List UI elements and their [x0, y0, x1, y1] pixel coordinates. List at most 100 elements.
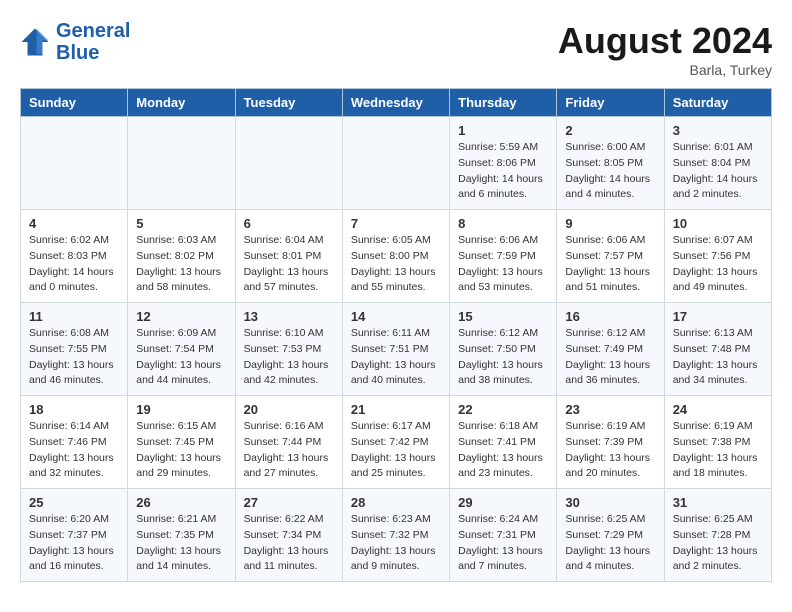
calendar-cell	[128, 117, 235, 210]
day-info: Sunrise: 6:14 AM Sunset: 7:46 PM Dayligh…	[29, 419, 119, 482]
day-number: 16	[565, 309, 655, 324]
day-number: 29	[458, 495, 548, 510]
calendar-cell: 24 Sunrise: 6:19 AM Sunset: 7:38 PM Dayli…	[664, 396, 771, 489]
day-number: 12	[136, 309, 226, 324]
calendar-cell	[342, 117, 449, 210]
day-info: Sunrise: 6:12 AM Sunset: 7:50 PM Dayligh…	[458, 326, 548, 389]
week-row-2: 4 Sunrise: 6:02 AM Sunset: 8:03 PM Daylig…	[21, 210, 772, 303]
day-number: 23	[565, 402, 655, 417]
day-info: Sunrise: 6:20 AM Sunset: 7:37 PM Dayligh…	[29, 512, 119, 575]
day-info: Sunrise: 6:21 AM Sunset: 7:35 PM Dayligh…	[136, 512, 226, 575]
day-info: Sunrise: 6:19 AM Sunset: 7:39 PM Dayligh…	[565, 419, 655, 482]
day-info: Sunrise: 6:13 AM Sunset: 7:48 PM Dayligh…	[673, 326, 763, 389]
day-number: 30	[565, 495, 655, 510]
day-info: Sunrise: 6:17 AM Sunset: 7:42 PM Dayligh…	[351, 419, 441, 482]
calendar-cell: 16 Sunrise: 6:12 AM Sunset: 7:49 PM Dayli…	[557, 303, 664, 396]
day-number: 27	[244, 495, 334, 510]
day-number: 4	[29, 216, 119, 231]
calendar-cell: 28 Sunrise: 6:23 AM Sunset: 7:32 PM Dayli…	[342, 489, 449, 582]
logo-text: General Blue	[56, 20, 130, 64]
calendar-cell: 21 Sunrise: 6:17 AM Sunset: 7:42 PM Dayli…	[342, 396, 449, 489]
calendar-cell: 18 Sunrise: 6:14 AM Sunset: 7:46 PM Dayli…	[21, 396, 128, 489]
day-info: Sunrise: 6:09 AM Sunset: 7:54 PM Dayligh…	[136, 326, 226, 389]
calendar-cell: 9 Sunrise: 6:06 AM Sunset: 7:57 PM Daylig…	[557, 210, 664, 303]
calendar-cell: 26Sunrise: 6:21 AM Sunset: 7:35 PM Dayli…	[128, 489, 235, 582]
day-info: Sunrise: 6:02 AM Sunset: 8:03 PM Dayligh…	[29, 233, 119, 296]
header-friday: Friday	[557, 89, 664, 117]
day-info: Sunrise: 6:15 AM Sunset: 7:45 PM Dayligh…	[136, 419, 226, 482]
calendar-cell: 27 Sunrise: 6:22 AM Sunset: 7:34 PM Dayli…	[235, 489, 342, 582]
calendar-cell: 23 Sunrise: 6:19 AM Sunset: 7:39 PM Dayli…	[557, 396, 664, 489]
day-number: 9	[565, 216, 655, 231]
day-info: Sunrise: 6:25 AM Sunset: 7:28 PM Dayligh…	[673, 512, 763, 575]
calendar-cell: 8Sunrise: 6:06 AM Sunset: 7:59 PM Daylig…	[450, 210, 557, 303]
day-info: Sunrise: 6:05 AM Sunset: 8:00 PM Dayligh…	[351, 233, 441, 296]
day-number: 20	[244, 402, 334, 417]
calendar-cell: 6 Sunrise: 6:04 AM Sunset: 8:01 PM Daylig…	[235, 210, 342, 303]
day-info: Sunrise: 6:24 AM Sunset: 7:31 PM Dayligh…	[458, 512, 548, 575]
calendar-cell: 22 Sunrise: 6:18 AM Sunset: 7:41 PM Dayli…	[450, 396, 557, 489]
day-info: Sunrise: 6:04 AM Sunset: 8:01 PM Dayligh…	[244, 233, 334, 296]
day-info: Sunrise: 6:08 AM Sunset: 7:55 PM Dayligh…	[29, 326, 119, 389]
day-number: 31	[673, 495, 763, 510]
calendar-cell: 29 Sunrise: 6:24 AM Sunset: 7:31 PM Dayli…	[450, 489, 557, 582]
day-info: Sunrise: 6:11 AM Sunset: 7:51 PM Dayligh…	[351, 326, 441, 389]
logo-icon	[20, 27, 50, 57]
calendar-cell: 14 Sunrise: 6:11 AM Sunset: 7:51 PM Dayli…	[342, 303, 449, 396]
calendar-cell: 15Sunrise: 6:12 AM Sunset: 7:50 PM Dayli…	[450, 303, 557, 396]
header-saturday: Saturday	[664, 89, 771, 117]
day-number: 7	[351, 216, 441, 231]
calendar-cell	[235, 117, 342, 210]
day-number: 24	[673, 402, 763, 417]
day-info: Sunrise: 6:23 AM Sunset: 7:32 PM Dayligh…	[351, 512, 441, 575]
day-info: Sunrise: 6:00 AM Sunset: 8:05 PM Dayligh…	[565, 140, 655, 203]
day-number: 18	[29, 402, 119, 417]
calendar-cell: 10Sunrise: 6:07 AM Sunset: 7:56 PM Dayli…	[664, 210, 771, 303]
day-info: Sunrise: 6:18 AM Sunset: 7:41 PM Dayligh…	[458, 419, 548, 482]
day-number: 22	[458, 402, 548, 417]
location: Barla, Turkey	[558, 62, 772, 78]
header-sunday: Sunday	[21, 89, 128, 117]
calendar-cell: 31 Sunrise: 6:25 AM Sunset: 7:28 PM Dayli…	[664, 489, 771, 582]
day-number: 8	[458, 216, 548, 231]
calendar-cell: 2Sunrise: 6:00 AM Sunset: 8:05 PM Daylig…	[557, 117, 664, 210]
day-info: Sunrise: 6:12 AM Sunset: 7:49 PM Dayligh…	[565, 326, 655, 389]
calendar-cell: 7 Sunrise: 6:05 AM Sunset: 8:00 PM Daylig…	[342, 210, 449, 303]
day-number: 10	[673, 216, 763, 231]
calendar-cell: 19 Sunrise: 6:15 AM Sunset: 7:45 PM Dayli…	[128, 396, 235, 489]
day-number: 1	[458, 123, 548, 138]
day-number: 14	[351, 309, 441, 324]
header-thursday: Thursday	[450, 89, 557, 117]
day-info: Sunrise: 6:16 AM Sunset: 7:44 PM Dayligh…	[244, 419, 334, 482]
day-info: Sunrise: 5:59 AM Sunset: 8:06 PM Dayligh…	[458, 140, 548, 203]
month-title: August 2024	[558, 20, 772, 62]
day-number: 19	[136, 402, 226, 417]
day-number: 17	[673, 309, 763, 324]
day-number: 25	[29, 495, 119, 510]
calendar-cell: 3Sunrise: 6:01 AM Sunset: 8:04 PM Daylig…	[664, 117, 771, 210]
calendar-cell: 12 Sunrise: 6:09 AM Sunset: 7:54 PM Dayli…	[128, 303, 235, 396]
calendar-cell: 11Sunrise: 6:08 AM Sunset: 7:55 PM Dayli…	[21, 303, 128, 396]
header-wednesday: Wednesday	[342, 89, 449, 117]
calendar-cell: 13 Sunrise: 6:10 AM Sunset: 7:53 PM Dayli…	[235, 303, 342, 396]
logo: General Blue	[20, 20, 130, 64]
day-info: Sunrise: 6:03 AM Sunset: 8:02 PM Dayligh…	[136, 233, 226, 296]
week-row-5: 25 Sunrise: 6:20 AM Sunset: 7:37 PM Dayli…	[21, 489, 772, 582]
day-info: Sunrise: 6:22 AM Sunset: 7:34 PM Dayligh…	[244, 512, 334, 575]
day-number: 28	[351, 495, 441, 510]
week-row-1: 1 Sunrise: 5:59 AM Sunset: 8:06 PM Daylig…	[21, 117, 772, 210]
week-row-3: 11Sunrise: 6:08 AM Sunset: 7:55 PM Dayli…	[21, 303, 772, 396]
day-info: Sunrise: 6:10 AM Sunset: 7:53 PM Dayligh…	[244, 326, 334, 389]
week-row-4: 18 Sunrise: 6:14 AM Sunset: 7:46 PM Dayli…	[21, 396, 772, 489]
title-block: August 2024 Barla, Turkey	[558, 20, 772, 78]
calendar-table: SundayMondayTuesdayWednesdayThursdayFrid…	[20, 88, 772, 582]
day-number: 6	[244, 216, 334, 231]
day-info: Sunrise: 6:19 AM Sunset: 7:38 PM Dayligh…	[673, 419, 763, 482]
day-number: 13	[244, 309, 334, 324]
day-number: 21	[351, 402, 441, 417]
day-info: Sunrise: 6:06 AM Sunset: 7:57 PM Dayligh…	[565, 233, 655, 296]
day-info: Sunrise: 6:01 AM Sunset: 8:04 PM Dayligh…	[673, 140, 763, 203]
header-tuesday: Tuesday	[235, 89, 342, 117]
header-monday: Monday	[128, 89, 235, 117]
calendar-cell	[21, 117, 128, 210]
